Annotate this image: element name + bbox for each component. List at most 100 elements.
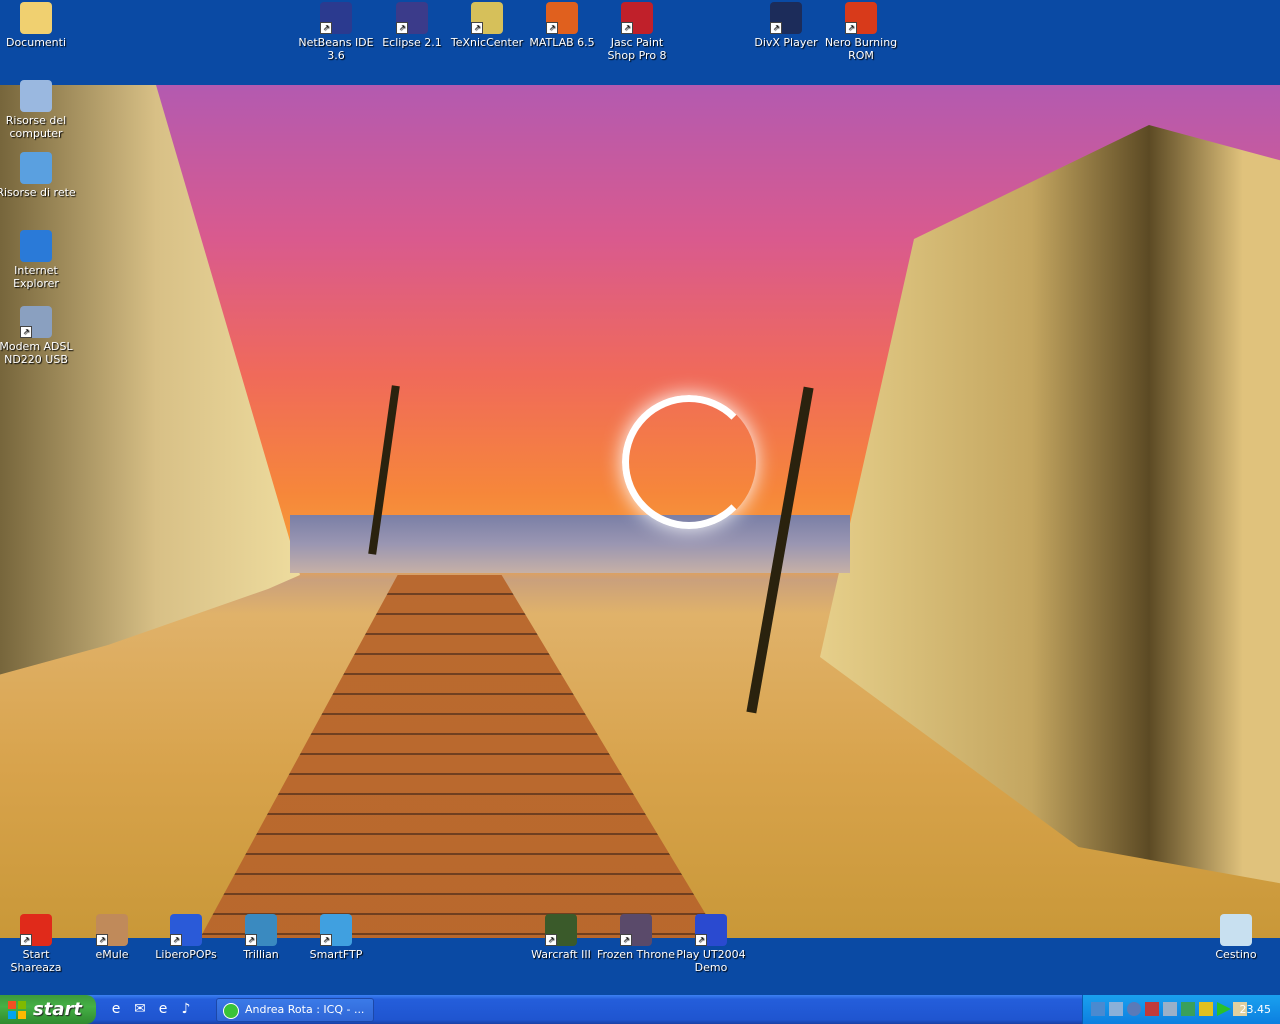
desktop-shortcut-label: Modem ADSL ND220 USB [0, 340, 73, 366]
start-label: start [33, 999, 82, 1020]
shortcut-arrow-icon: ↗ [96, 934, 108, 946]
ie-quicklaunch-icon[interactable]: e [108, 1001, 124, 1017]
desktop-shortcut[interactable]: ↗ Trillian [221, 914, 301, 961]
desktop-shortcut-label: MATLAB 6.5 [529, 36, 595, 49]
desktop-shortcut[interactable]: Internet Explorer [0, 230, 76, 290]
shortcut-arrow-icon: ↗ [170, 934, 182, 946]
shortcut-arrow-icon: ↗ [471, 22, 483, 34]
desktop-shortcut[interactable]: ↗ Play UT2004 Demo [671, 914, 751, 974]
shortcut-arrow-icon: ↗ [770, 22, 782, 34]
liberopops-icon: ↗ [170, 914, 202, 946]
shareaza-icon: ↗ [20, 914, 52, 946]
desktop-shortcut[interactable]: ↗ Nero Burning ROM [821, 2, 901, 62]
shortcut-arrow-icon: ↗ [20, 934, 32, 946]
desktop-shortcut[interactable]: ↗ Jasc Paint Shop Pro 8 [597, 2, 677, 62]
shortcut-arrow-icon: ↗ [546, 22, 558, 34]
desktop-shortcut-label: NetBeans IDE 3.6 [298, 36, 374, 62]
play-tray-icon[interactable] [1217, 1002, 1231, 1016]
desktop-shortcut[interactable]: ↗ Modem ADSL ND220 USB [0, 306, 76, 366]
desktop-shortcut-label: Eclipse 2.1 [382, 36, 442, 49]
usb-tray-icon[interactable] [1163, 1002, 1177, 1016]
windows-logo-icon [8, 1001, 26, 1019]
smartftp-icon: ↗ [320, 914, 352, 946]
clock: 23.45 [1239, 1003, 1272, 1016]
desktop-shortcut[interactable]: ↗ LiberoPOPs [146, 914, 226, 961]
icq-flower-icon [223, 1003, 239, 1019]
desktop-shortcut-label: Warcraft III [531, 948, 591, 961]
desktop-shortcut[interactable]: ↗ Eclipse 2.1 [372, 2, 452, 49]
desktop-shortcut[interactable]: Risorse del computer [0, 80, 76, 140]
shortcut-arrow-icon: ↗ [245, 934, 257, 946]
desktop-shortcut-label: Trillian [243, 948, 279, 961]
desktop-shortcut-label: Documenti [5, 36, 67, 49]
desktop-shortcut[interactable]: ↗ TeXnicCenter [447, 2, 527, 49]
paintshop-icon: ↗ [621, 2, 653, 34]
shortcut-arrow-icon: ↗ [20, 326, 32, 338]
desktop-shortcut-label: Risorse di rete [0, 186, 76, 199]
desktop-shortcut-label: Start Shareaza [10, 948, 62, 974]
texniccenter-icon: ↗ [471, 2, 503, 34]
zonealarm-tray-icon[interactable] [1199, 1002, 1213, 1016]
frozen-throne-icon: ↗ [620, 914, 652, 946]
emule-icon: ↗ [96, 914, 128, 946]
nero-icon: ↗ [845, 2, 877, 34]
modem-icon: ↗ [20, 306, 52, 338]
security-tray-icon[interactable] [1145, 1002, 1159, 1016]
shortcut-arrow-icon: ↗ [396, 22, 408, 34]
desktop-shortcut-label: Frozen Throne [597, 948, 675, 961]
desktop-shortcut[interactable]: ↗ NetBeans IDE 3.6 [296, 2, 376, 62]
matlab-icon: ↗ [546, 2, 578, 34]
network-icon [20, 152, 52, 184]
trillian-icon: ↗ [245, 914, 277, 946]
desktop-shortcut[interactable]: Risorse di rete [0, 152, 76, 199]
ie2-quicklaunch-icon[interactable]: e [155, 1001, 171, 1017]
media-quicklaunch-icon[interactable]: ♪ [178, 1001, 194, 1017]
recycle-tray-icon[interactable] [1181, 1002, 1195, 1016]
desktop-shortcut-label: Jasc Paint Shop Pro 8 [607, 36, 667, 62]
hp-tray-icon[interactable] [1127, 1002, 1141, 1016]
shortcut-arrow-icon: ↗ [621, 22, 633, 34]
wallpaper-sun [622, 395, 756, 529]
wallpaper-cobblestone-road [200, 575, 720, 938]
desktop-shortcut[interactable]: Documenti [0, 2, 76, 49]
desktop-shortcut-label: eMule [95, 948, 129, 961]
system-tray: 23.45 [1082, 995, 1280, 1024]
netbeans-icon: ↗ [320, 2, 352, 34]
desktop-shortcut[interactable]: ↗ DivX Player [746, 2, 826, 49]
taskbar-item-label: Andrea Rota : ICQ - ... [245, 1003, 365, 1016]
warcraft-icon: ↗ [545, 914, 577, 946]
desktop-shortcut[interactable]: ↗ Start Shareaza [0, 914, 76, 974]
desktop-shortcut[interactable]: Cestino [1196, 914, 1276, 961]
documenti-icon [20, 2, 52, 34]
desktop-shortcut-label: Risorse del computer [5, 114, 67, 140]
outlook-quicklaunch-icon[interactable]: ✉ [132, 1001, 148, 1017]
divx-player-icon: ↗ [770, 2, 802, 34]
desktop-shortcut-label: Nero Burning ROM [824, 36, 898, 62]
taskbar: start e ✉ e ♪ Andrea Rota : ICQ - ... 23… [0, 995, 1280, 1024]
shortcut-arrow-icon: ↗ [695, 934, 707, 946]
wallpaper-right-buildings [820, 125, 1280, 885]
internet-explorer-icon [20, 230, 52, 262]
ut2004-icon: ↗ [695, 914, 727, 946]
shortcut-arrow-icon: ↗ [545, 934, 557, 946]
desktop-shortcut-label: Internet Explorer [13, 264, 59, 290]
desktop-shortcut-label: Cestino [1215, 948, 1257, 961]
taskbar-item-icq[interactable]: Andrea Rota : ICQ - ... [216, 998, 374, 1022]
desktop-shortcut[interactable]: ↗ Frozen Throne [596, 914, 676, 961]
desktop-wallpaper [0, 85, 1280, 938]
desktop-shortcut[interactable]: ↗ MATLAB 6.5 [522, 2, 602, 49]
network-tray-icon[interactable] [1091, 1002, 1105, 1016]
shortcut-arrow-icon: ↗ [320, 22, 332, 34]
desktop-shortcut[interactable]: ↗ Warcraft III [521, 914, 601, 961]
desktop-shortcut[interactable]: ↗ eMule [72, 914, 152, 961]
desktop-shortcut-label: TeXnicCenter [450, 36, 524, 49]
shortcut-arrow-icon: ↗ [845, 22, 857, 34]
shortcut-arrow-icon: ↗ [620, 934, 632, 946]
shortcut-arrow-icon: ↗ [320, 934, 332, 946]
start-button[interactable]: start [0, 995, 96, 1024]
monitor-tray-icon[interactable] [1109, 1002, 1123, 1016]
desktop-shortcut[interactable]: ↗ SmartFTP [296, 914, 376, 961]
desktop-shortcut-label: SmartFTP [309, 948, 363, 961]
eclipse-icon: ↗ [396, 2, 428, 34]
desktop-shortcut-label: DivX Player [754, 36, 818, 49]
